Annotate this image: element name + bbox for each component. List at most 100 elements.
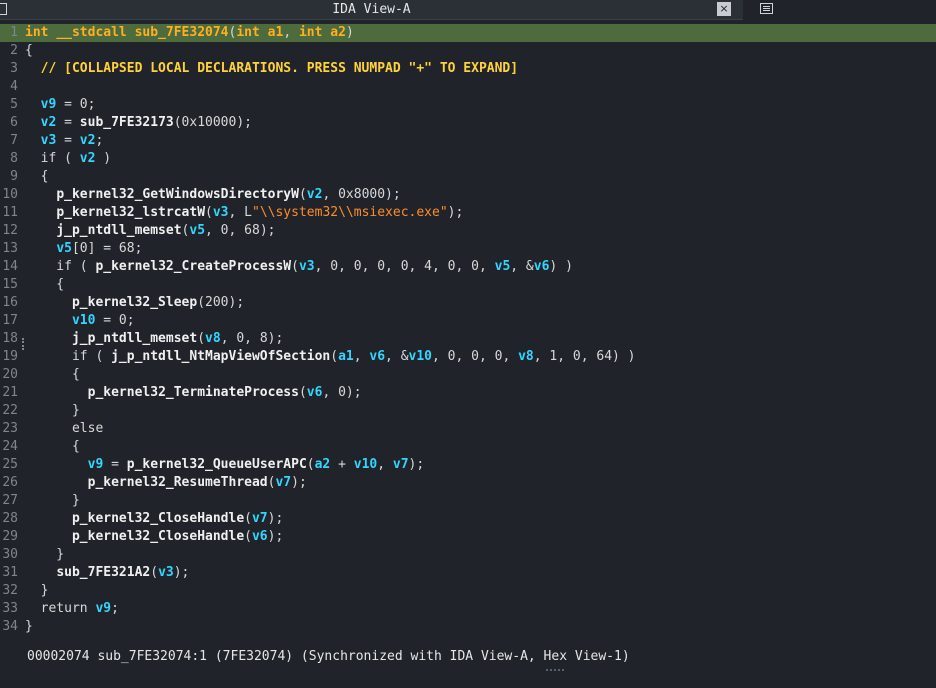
code-source: {	[25, 366, 80, 384]
line-number: 18	[2, 331, 18, 346]
code-line[interactable]: 10 p_kernel32_GetWindowsDirectoryW(v2, 0…	[0, 186, 936, 204]
variable-token: v2	[40, 115, 57, 130]
code-line[interactable]: 32 }	[0, 582, 936, 600]
code-line[interactable]: 20 {	[0, 366, 936, 384]
variable-token: v6	[306, 385, 323, 400]
code-line[interactable]: 22 }	[0, 402, 936, 420]
code-line[interactable]: 34}	[0, 618, 936, 636]
code-line[interactable]: 28 p_kernel32_CloseHandle(v7);	[0, 510, 936, 528]
code-source: // [COLLAPSED LOCAL DECLARATIONS. PRESS …	[25, 60, 518, 78]
code-line[interactable]: 15 {	[0, 276, 936, 294]
variable-token: v10	[71, 313, 96, 328]
code-source: {	[25, 42, 33, 60]
code-line[interactable]: 21 p_kernel32_TerminateProcess(v6, 0);	[0, 384, 936, 402]
code-line[interactable]: 17 v10 = 0;	[0, 312, 936, 330]
line-number: 11	[2, 205, 18, 220]
code-text: )	[95, 151, 112, 166]
keyword-token: int	[25, 25, 49, 40]
code-source: v9 = p_kernel32_QueueUserAPC(a2 + v10, v…	[25, 456, 425, 474]
line-number: 27	[2, 493, 18, 508]
line-number: 29	[2, 529, 18, 544]
code-text: );	[291, 475, 307, 490]
tab-ida-view-a[interactable]: IDA View-A	[0, 0, 743, 20]
code-line[interactable]: 6 v2 = sub_7FE32173(0x10000);	[0, 114, 936, 132]
line-number: 6	[10, 115, 18, 130]
code-line[interactable]: 2{	[0, 42, 936, 60]
code-line[interactable]: 5 v9 = 0;	[0, 96, 936, 114]
code-text: =	[103, 457, 127, 472]
code-line[interactable]: 19 if ( j_p_ntdll_NtMapViewOfSection(a1,…	[0, 348, 936, 366]
code-line[interactable]: 29 p_kernel32_CloseHandle(v6);	[0, 528, 936, 546]
function-name-token: j_p_ntdll_NtMapViewOfSection	[111, 349, 331, 364]
line-number: 22	[2, 403, 18, 418]
variable-token: v5	[189, 223, 206, 238]
code-text: else	[25, 421, 104, 436]
code-line[interactable]: 9 {	[0, 168, 936, 186]
code-source: }	[25, 546, 64, 564]
code-source: return v9;	[25, 600, 119, 618]
code-source: v3 = v2;	[25, 132, 104, 150]
code-source: p_kernel32_ResumeThread(v7);	[25, 474, 307, 492]
code-line[interactable]: 27 }	[0, 492, 936, 510]
code-source: j_p_ntdll_memset(v5, 0, 68);	[25, 222, 275, 240]
function-name-token: sub_7FE32173	[79, 115, 174, 130]
code-source: v2 = sub_7FE32173(0x10000);	[25, 114, 252, 132]
code-text: {	[25, 367, 80, 382]
code-source: if ( v2 )	[25, 150, 111, 168]
code-text: (0x10000);	[173, 115, 252, 130]
code-line[interactable]: 4	[0, 78, 936, 96]
code-text: if (	[25, 151, 80, 166]
resize-grip[interactable]	[546, 669, 564, 673]
list-view-icon[interactable]	[760, 3, 773, 14]
variable-token: v7	[392, 457, 409, 472]
variable-token: v8	[205, 331, 221, 346]
code-line[interactable]: 25 v9 = p_kernel32_QueueUserAPC(a2 + v10…	[0, 456, 936, 474]
keyword-token: sub_7FE32074	[134, 25, 229, 40]
line-number: 19	[2, 349, 18, 364]
code-line[interactable]: 3 // [COLLAPSED LOCAL DECLARATIONS. PRES…	[0, 60, 936, 78]
line-number: 15	[2, 277, 18, 292]
code-source: }	[25, 582, 49, 600]
function-name-token: p_kernel32_QueueUserAPC	[126, 457, 307, 472]
code-line[interactable]: 8 if ( v2 )	[0, 150, 936, 168]
pseudocode-view[interactable]: 1 int __stdcall sub_7FE32074(int a1, int …	[0, 24, 936, 644]
code-text: +	[330, 457, 354, 472]
code-line[interactable]: 31 sub_7FE321A2(v3);	[0, 564, 936, 582]
status-text: 00002074 sub_7FE32074:1 (7FE32074) (Sync…	[27, 649, 630, 664]
variable-token: v9	[40, 97, 57, 112]
code-line[interactable]: 7 v3 = v2;	[0, 132, 936, 150]
line-number: 14	[2, 259, 18, 274]
line-number: 32	[2, 583, 18, 598]
code-line[interactable]: 23 else	[0, 420, 936, 438]
code-text: )	[345, 25, 354, 40]
code-line-current[interactable]: 1 int __stdcall sub_7FE32074(int a1, int …	[0, 24, 936, 42]
code-text: if (	[25, 259, 96, 274]
code-line[interactable]: 11 p_kernel32_lstrcatW(v3, L"\\system32\…	[0, 204, 936, 222]
code-line[interactable]: 30 }	[0, 546, 936, 564]
code-text: }	[25, 619, 33, 634]
code-line[interactable]: 14 if ( p_kernel32_CreateProcessW(v3, 0,…	[0, 258, 936, 276]
code-source: j_p_ntdll_memset(v8, 0, 8);	[25, 330, 283, 348]
code-source: else	[25, 420, 103, 438]
code-text: ,	[283, 25, 299, 40]
code-line[interactable]: 24 {	[0, 438, 936, 456]
code-text: =	[56, 115, 80, 130]
code-text: (	[298, 187, 307, 202]
code-line[interactable]: 12 j_p_ntdll_memset(v5, 0, 68);	[0, 222, 936, 240]
code-text: }	[25, 547, 65, 562]
code-text: , 0, 8);	[220, 331, 284, 346]
code-text: =	[56, 133, 80, 148]
code-line[interactable]: 26 p_kernel32_ResumeThread(v7);	[0, 474, 936, 492]
code-text: , 0);	[322, 385, 362, 400]
code-line[interactable]: 16 p_kernel32_Sleep(200);	[0, 294, 936, 312]
code-text: (	[298, 385, 307, 400]
function-name-token: sub_7FE321A2	[56, 565, 151, 580]
code-line[interactable]: 13 v5[0] = 68;	[0, 240, 936, 258]
code-line[interactable]: 18 j_p_ntdll_memset(v8, 0, 8);	[0, 330, 936, 348]
close-icon[interactable]: ×	[717, 2, 731, 16]
code-text: ;	[111, 601, 119, 616]
code-line[interactable]: 33 return v9;	[0, 600, 936, 618]
code-source: p_kernel32_lstrcatW(v3, L"\\system32\\ms…	[25, 204, 463, 222]
